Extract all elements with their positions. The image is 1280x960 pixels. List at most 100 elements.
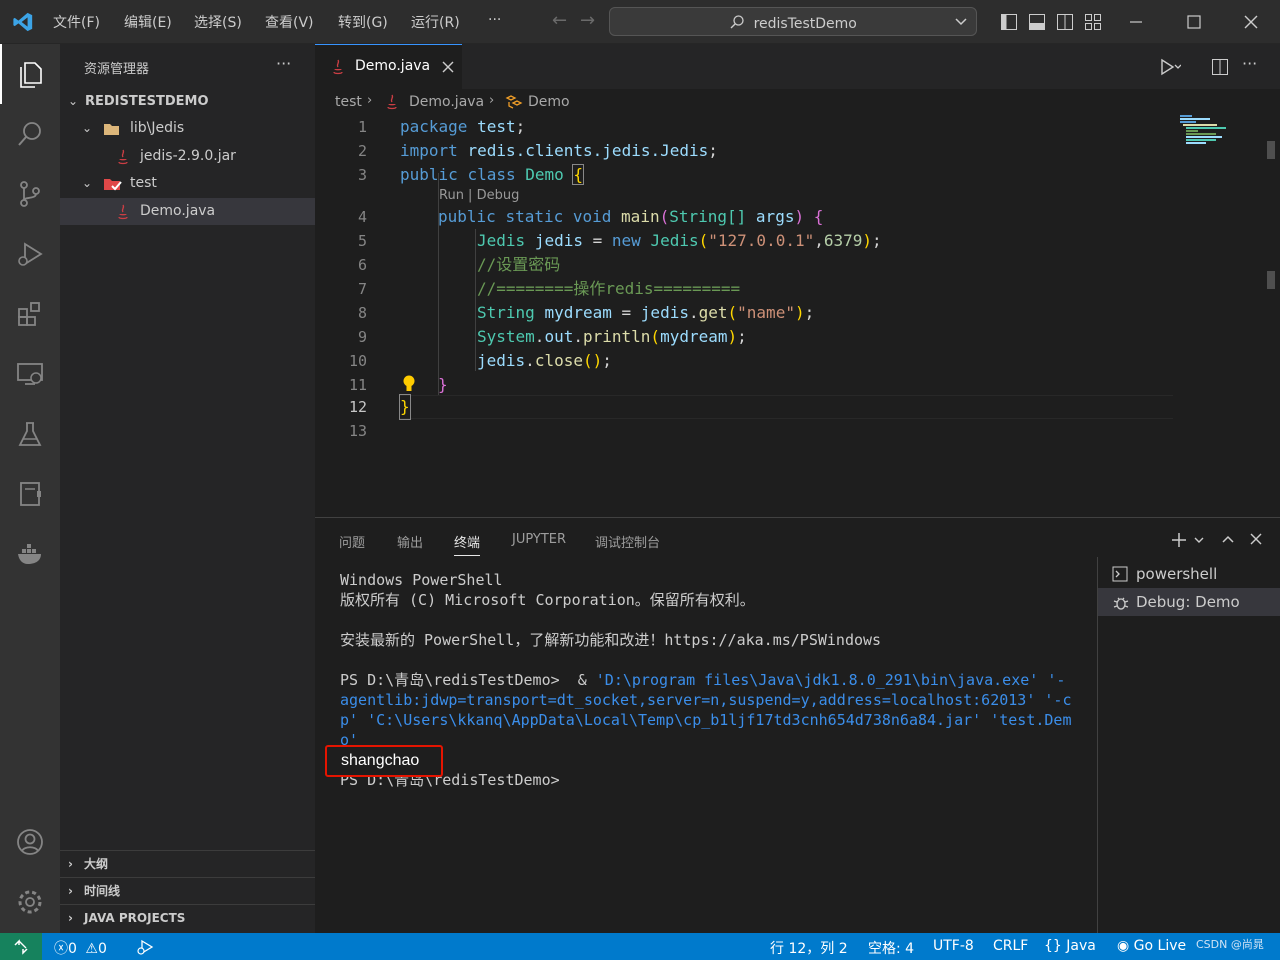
timeline-section[interactable]: › 时间线 [60,877,315,904]
tree-item-label: Demo.java [140,203,216,219]
project-root[interactable]: ⌄ REDISTESTDEMO [60,88,315,115]
tree-item-lib-jedis[interactable]: ⌄ lib\Jedis [60,115,315,142]
explorer-sidebar: 资源管理器 ··· ⌄ REDISTESTDEMO ⌄ lib\Jedis je… [60,44,315,933]
notebook-icon[interactable] [0,468,60,520]
account-icon[interactable] [0,816,60,868]
line-number: 6 [357,256,367,274]
menu-selection[interactable]: 选择(S) [194,12,242,32]
terminal-line: 安装最新的 PowerShell，了解新功能和改进！https://aka.ms… [340,631,882,649]
line-number: 4 [357,208,367,226]
chevron-down-icon[interactable] [954,16,968,28]
testing-icon[interactable] [0,408,60,460]
remote-explorer-icon[interactable] [0,348,60,400]
tab-jupyter[interactable]: JUPYTER [512,532,566,547]
java-projects-section[interactable]: › JAVA PROJECTS [60,904,315,931]
split-editor-icon[interactable] [1211,58,1229,76]
terminal-icon [1112,566,1128,582]
problems-indicator[interactable]: ⓧ0 ⚠0 [54,938,107,958]
section-label: 大纲 [84,857,109,871]
chevron-right-icon: › [68,911,73,925]
minimize-icon[interactable] [1128,15,1144,29]
go-live-button[interactable]: ◉ Go Live [1117,938,1186,954]
menu-view[interactable]: 查看(V) [265,12,314,32]
toggle-sidebar-icon[interactable] [1000,13,1018,31]
explorer-icon[interactable] [0,48,60,100]
run-debug-dropdown-icon[interactable] [1159,58,1181,76]
extensions-icon[interactable] [0,288,60,340]
terminal-output[interactable]: Windows PowerShell 版权所有 (C) Microsoft Co… [325,570,1080,930]
code-editor[interactable]: 1 2 3 4 5 6 7 8 9 10 11 12 13 package te… [315,115,1280,517]
tab-label: Demo.java [355,58,431,74]
command-center-search[interactable]: redisTestDemo [609,7,977,36]
project-name: REDISTESTDEMO [85,94,209,109]
editor-more-icon[interactable]: ··· [1242,54,1257,73]
tab-demo-java[interactable]: Demo.java [315,44,462,89]
tab-debug-console[interactable]: 调试控制台 [595,532,660,551]
lightbulb-icon[interactable] [402,374,416,394]
chevron-right-icon: › [489,93,495,108]
tree-item-label: lib\Jedis [130,120,185,136]
toggle-secondary-sidebar-icon[interactable] [1056,13,1074,31]
java-file-icon [387,94,397,110]
code-line: //设置密码 [477,255,561,274]
close-window-icon[interactable] [1243,14,1259,30]
language-label: Java [1066,938,1096,954]
cursor-position[interactable]: 行 12，列 2 [770,938,848,958]
tab-output[interactable]: 输出 [397,532,423,551]
chevron-right-icon: › [68,857,73,871]
close-tab-icon[interactable] [441,60,455,74]
line-number: 9 [357,328,367,346]
outline-section[interactable]: › 大纲 [60,850,315,877]
warning-icon: ⚠ [85,941,98,957]
search-text: redisTestDemo [753,16,857,32]
close-panel-icon[interactable] [1249,532,1263,546]
toggle-panel-icon[interactable] [1028,13,1046,31]
explorer-more-button[interactable]: ··· [276,54,291,73]
end-of-line[interactable]: CRLF [993,938,1028,954]
settings-gear-icon[interactable] [0,876,60,928]
breadcrumb-item[interactable]: test [335,94,362,110]
menu-go[interactable]: 转到(G) [338,12,388,32]
tree-item-test-folder[interactable]: ⌄ test [60,170,315,197]
run-debug-icon[interactable] [0,228,60,280]
go-live-label: Go Live [1133,938,1187,954]
code-line: System.out.println(mydream); [477,327,747,346]
scrollbar-thumb[interactable] [1267,141,1275,159]
tab-terminal[interactable]: 终端 [454,532,481,556]
menu-run[interactable]: 运行(R) [411,12,460,32]
scrollbar-thumb[interactable] [1267,271,1275,289]
tree-item-demo-java[interactable]: Demo.java [60,198,315,225]
menu-file[interactable]: 文件(F) [53,12,100,32]
forward-arrow-icon[interactable]: → [580,10,595,31]
remote-indicator[interactable] [0,933,42,960]
terminal-item-debug-demo[interactable]: Debug: Demo [1098,588,1280,616]
search-activity-icon[interactable] [0,108,60,160]
line-number: 2 [357,142,367,160]
tree-item-jedis-jar[interactable]: jedis-2.9.0.jar [60,143,315,170]
terminal-item-label: Debug: Demo [1136,593,1240,611]
debug-run-icon[interactable] [136,939,154,955]
back-arrow-icon[interactable]: ← [552,10,567,31]
customize-layout-icon[interactable] [1084,13,1102,31]
new-terminal-icon[interactable] [1170,531,1188,549]
breadcrumb-item[interactable]: Demo.java [409,94,484,110]
indent-guide [475,229,476,371]
maximize-icon[interactable] [1186,15,1202,29]
maximize-panel-icon[interactable] [1220,532,1236,546]
error-icon: ⓧ [54,941,68,957]
tab-problems[interactable]: 问题 [339,532,365,551]
menu-more[interactable]: ··· [488,12,501,28]
terminal-item-powershell[interactable]: powershell [1098,560,1280,588]
terminal-line: p' 'C:\Users\kkanq\AppData\Local\Temp\cp… [340,711,1072,729]
encoding[interactable]: UTF-8 [933,938,974,954]
minimap[interactable] [1180,115,1270,155]
codelens-run-debug[interactable]: Run | Debug [439,188,519,203]
chevron-down-icon[interactable] [1193,535,1205,545]
source-control-icon[interactable] [0,168,60,220]
breadcrumb-item[interactable]: Demo [528,94,570,110]
indentation[interactable]: 空格: 4 [868,938,914,958]
docker-icon[interactable] [0,528,60,580]
language-mode[interactable]: {} Java [1044,938,1096,954]
menu-edit[interactable]: 编辑(E) [124,12,172,32]
chevron-down-icon: ⌄ [68,94,79,108]
